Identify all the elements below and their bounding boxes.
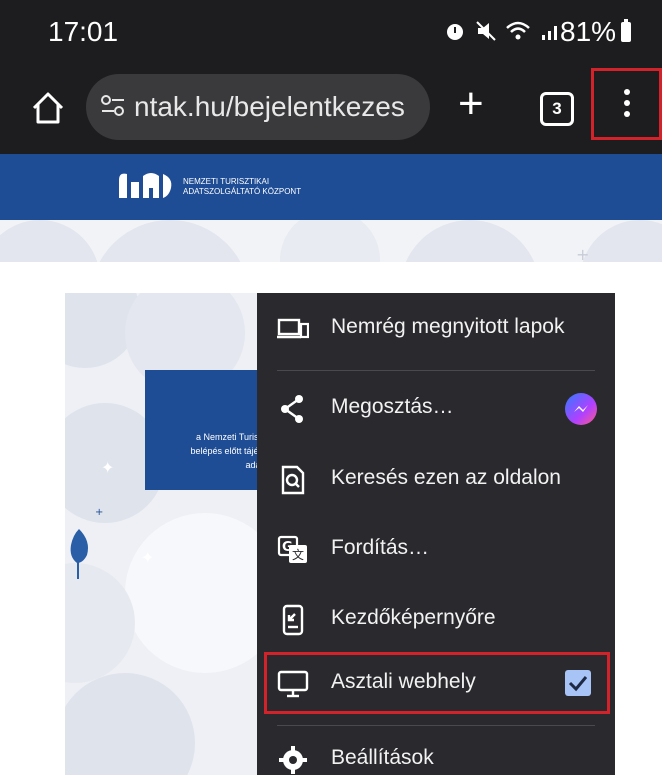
wifi-icon (506, 21, 531, 40)
site-logo-text: NEMZETI TURISZTIKAI ADATSZOLGÁLTATÓ KÖZP… (183, 177, 301, 197)
svg-text:+: + (576, 245, 589, 262)
svg-text:✦: ✦ (141, 548, 154, 567)
signal-icon (542, 25, 558, 40)
battery-icon (621, 19, 631, 42)
svg-text:✦: ✦ (101, 458, 114, 477)
info-line-1: a Nemzeti Turisz (195, 432, 263, 442)
share-icon (281, 395, 303, 423)
svg-text:文: 文 (292, 547, 304, 562)
menu-item-label: Fordítás… (331, 536, 430, 559)
battery-percent: 81% (560, 16, 617, 47)
menu-item-label: Keresés ezen az oldalon (331, 466, 561, 489)
menu-item-label: Nemrég megnyitott lapok (331, 315, 565, 338)
page-background: + (0, 220, 662, 262)
status-bar: 17:01 81% (0, 0, 662, 64)
logo-line-2: ADATSZOLGÁLTATÓ KÖZPONT (183, 187, 302, 196)
menu-item-label: Kezdőképernyőre (331, 606, 496, 629)
desktop-site-highlight (264, 652, 610, 714)
browser-toolbar: ntak.hu/bejelentkezes + 3 (0, 64, 662, 154)
translate-icon: G 文 (277, 535, 307, 563)
messenger-icon[interactable] (565, 393, 597, 425)
settings-icon (279, 746, 307, 774)
menu-screenshot: ✦ ✦ + a Nemzeti Turisz belépés előtt táj… (65, 293, 615, 775)
background-shapes: + (0, 220, 662, 262)
url-bar[interactable]: ntak.hu/bejelentkezes (86, 74, 430, 140)
three-dot-menu-icon[interactable] (624, 89, 630, 122)
alarm-icon (447, 23, 463, 40)
browser-screenshot-top: 17:01 81% ntak.hu/bejelentkezes + 3 NEMZ… (0, 0, 662, 262)
menu-item-recent-tabs[interactable]: Nemrég megnyitott lapok (257, 299, 615, 359)
menu-item-settings[interactable]: Beállítások (257, 730, 615, 775)
menu-item-share[interactable]: Megosztás… (257, 379, 615, 439)
site-settings-icon[interactable] (98, 90, 128, 120)
menu-divider (277, 725, 595, 726)
status-time: 17:01 (48, 16, 119, 47)
menu-item-label: Beállítások (331, 746, 434, 769)
menu-item-add-to-home[interactable]: Kezdőképernyőre (257, 590, 615, 650)
logo-line-1: NEMZETI TURISZTIKAI (183, 177, 270, 186)
mute-icon (475, 20, 496, 41)
menu-item-find-in-page[interactable]: Keresés ezen az oldalon (257, 450, 615, 510)
url-text[interactable]: ntak.hu/bejelentkezes (134, 91, 405, 123)
menu-item-label: Megosztás… (331, 395, 454, 418)
menu-item-translate[interactable]: G 文 Fordítás… (257, 520, 615, 580)
status-icons (444, 16, 562, 44)
leaf-icon (70, 529, 88, 579)
svg-text:+: + (95, 507, 103, 518)
site-header-banner: NEMZETI TURISZTIKAI ADATSZOLGÁLTATÓ KÖZP… (0, 154, 662, 220)
info-box: a Nemzeti Turisz belépés előtt tájék ada… (145, 370, 265, 490)
home-icon[interactable] (28, 88, 68, 128)
info-line-2: belépés előtt tájék (190, 446, 263, 456)
ntak-logo-icon[interactable] (115, 168, 177, 204)
plus-icon[interactable]: + (458, 82, 484, 126)
add-to-home-icon (282, 604, 304, 636)
menu-divider (277, 370, 595, 371)
page-content-behind-menu: ✦ ✦ + a Nemzeti Turisz belépés előtt táj… (65, 293, 265, 775)
menu-button-highlight (591, 68, 662, 140)
find-in-page-icon (281, 465, 305, 495)
recent-tabs-icon (277, 318, 309, 339)
tab-switcher-button[interactable]: 3 (540, 92, 574, 126)
